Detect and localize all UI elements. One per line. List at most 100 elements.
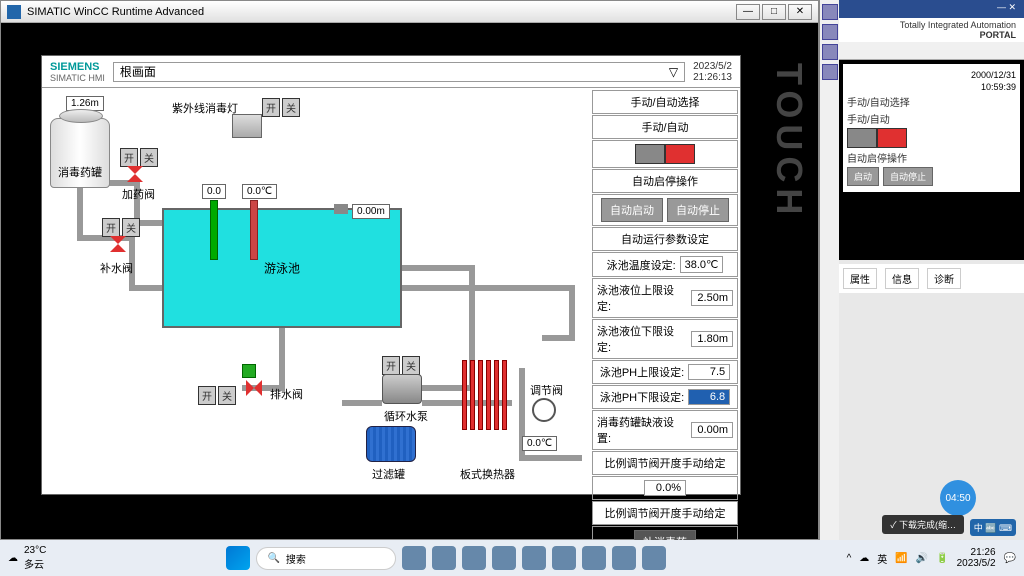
scada-area: 1.26m 消毒药罐 紫外线消毒灯 开 关 开 关 加药阀 开 关 补水阀 游泳…: [42, 88, 740, 494]
pool: 游泳池: [162, 208, 402, 328]
tab-info[interactable]: 信息: [885, 268, 919, 289]
drain-on-button[interactable]: 开: [198, 386, 216, 405]
hx-temp-value: 0.0℃: [522, 436, 557, 451]
tia-preview: 2000/12/31 10:59:39 手动/自动选择 手动/自动 自动启停操作…: [843, 64, 1020, 192]
level-hi-input[interactable]: 2.50m: [691, 290, 733, 306]
wincc-icon[interactable]: [582, 546, 606, 570]
taskview-icon[interactable]: [402, 546, 426, 570]
tia-auto-toggle[interactable]: [877, 128, 907, 148]
level-hi-label: 泳池液位上限设定:: [597, 282, 687, 314]
pump-on-button[interactable]: 开: [382, 356, 400, 375]
timer-badge[interactable]: 04:50: [940, 480, 976, 516]
hx-label: 板式换热器: [460, 466, 515, 482]
tia-header: — ✕: [839, 0, 1024, 18]
minimize-button[interactable]: —: [736, 4, 760, 20]
level-lo-input[interactable]: 1.80m: [691, 331, 733, 347]
maximize-button[interactable]: □: [762, 4, 786, 20]
valve-manual-label2: 比例调节阀开度手动给定: [592, 501, 738, 525]
dosing-on-button[interactable]: 开: [120, 148, 138, 167]
disinfectant-tank: 消毒药罐: [50, 118, 110, 188]
tia-toolbar[interactable]: [839, 42, 1024, 60]
app-icon-2[interactable]: [522, 546, 546, 570]
hmi-time: 21:26:13: [693, 72, 732, 83]
weather-temp: 23°C: [24, 545, 46, 556]
param-panel: 手动/自动选择 手动/自动 自动启停操作 自动启动 自动停止 自动运行参数设定 …: [592, 90, 738, 559]
tia-manual-toggle[interactable]: [847, 128, 877, 148]
tia-info-tabs: 属性 信息 诊断: [839, 264, 1024, 293]
auto-start-button[interactable]: 自动启动: [601, 198, 663, 222]
screen-selector[interactable]: 根画面 ▽: [113, 62, 685, 82]
tia-stop-button[interactable]: 自动停止: [883, 167, 933, 186]
tab-diagnostics[interactable]: 诊断: [927, 268, 961, 289]
auto-toggle[interactable]: [665, 144, 695, 164]
clock-time[interactable]: 21:26: [957, 547, 996, 558]
wifi-icon[interactable]: 📶: [895, 553, 907, 564]
filter-label: 过滤罐: [372, 466, 405, 482]
drain-off-button[interactable]: 关: [218, 386, 236, 405]
tray-chevron-icon[interactable]: ^: [847, 553, 852, 564]
pump-off-button[interactable]: 关: [402, 356, 420, 375]
tia-portal-label: PORTAL: [980, 30, 1016, 40]
water-on-button[interactable]: 开: [102, 218, 120, 237]
ops-header: 自动启停操作: [592, 169, 738, 193]
battery-icon[interactable]: 🔋: [936, 553, 948, 564]
search-icon: 🔍: [267, 553, 279, 564]
water-off-button[interactable]: 关: [122, 218, 140, 237]
params-header: 自动运行参数设定: [592, 227, 738, 251]
close-button[interactable]: ✕: [788, 4, 812, 20]
app-icon: [7, 5, 21, 19]
dosing-off-button[interactable]: 关: [140, 148, 158, 167]
side-tool-2[interactable]: [822, 24, 838, 40]
valve-manual-label: 比例调节阀开度手动给定: [592, 451, 738, 475]
valve-opening-input[interactable]: 0.0%: [644, 480, 686, 496]
tab-properties[interactable]: 属性: [843, 268, 877, 289]
auto-stop-button[interactable]: 自动停止: [667, 198, 729, 222]
uv-on-button[interactable]: 开: [262, 98, 280, 117]
tank-low-label: 消毒药罐缺液设置:: [597, 414, 687, 446]
window-title: SIMATIC WinCC Runtime Advanced: [27, 6, 204, 18]
notification-icon[interactable]: 💬: [1004, 553, 1016, 564]
plc-icon[interactable]: [612, 546, 636, 570]
weather-widget[interactable]: ☁ 23°C多云: [8, 545, 46, 571]
volume-icon[interactable]: 🔊: [916, 553, 928, 564]
clock-date[interactable]: 2023/5/2: [957, 558, 996, 569]
ph-hi-input[interactable]: 7.5: [688, 364, 730, 380]
level-lo-label: 泳池液位下限设定:: [597, 323, 687, 355]
ime-indicator[interactable]: 中 🔤 ⌨: [970, 519, 1016, 536]
onedrive-icon[interactable]: ☁: [859, 553, 869, 564]
tia-icon[interactable]: [552, 546, 576, 570]
tia-start-button[interactable]: 启动: [847, 167, 879, 186]
mode-label: 手动/自动: [641, 119, 688, 135]
edge-icon[interactable]: [462, 546, 486, 570]
tia-ops-label: 自动启停操作: [847, 150, 907, 165]
sensor2-value: 0.0℃: [242, 184, 277, 199]
ph-lo-input[interactable]: 6.8: [688, 389, 730, 405]
drain-valve-icon: [246, 380, 262, 396]
temp-set-input[interactable]: 38.0℃: [680, 256, 724, 273]
uv-lamp-icon: [232, 114, 262, 138]
uv-off-button[interactable]: 关: [282, 98, 300, 117]
search-placeholder: 搜索: [286, 551, 306, 566]
pump-icon: [382, 374, 422, 404]
start-button[interactable]: [226, 546, 250, 570]
titlebar[interactable]: SIMATIC WinCC Runtime Advanced — □ ✕: [1, 1, 818, 23]
side-tool-4[interactable]: [822, 64, 838, 80]
app-icon-1[interactable]: [492, 546, 516, 570]
download-notification[interactable]: ✓ 下载完成(缩…: [882, 515, 964, 534]
ime-button[interactable]: 英: [877, 551, 887, 566]
tank-low-input[interactable]: 0.00m: [691, 422, 733, 438]
manual-toggle[interactable]: [635, 144, 665, 164]
side-tool-3[interactable]: [822, 44, 838, 60]
side-tool-1[interactable]: [822, 4, 838, 20]
tank-label: 消毒药罐: [51, 164, 109, 180]
mode-select-header: 手动/自动选择: [592, 90, 738, 114]
brand-sub: SIMATIC HMI: [50, 73, 105, 83]
tia-title: Totally Integrated Automation: [900, 20, 1016, 30]
heat-exchanger-icon: [462, 360, 512, 430]
ph-hi-label: 泳池PH上限设定:: [600, 364, 684, 380]
search-box[interactable]: 🔍 搜索: [256, 547, 396, 570]
explorer-icon[interactable]: [432, 546, 456, 570]
brand-label: SIEMENS: [50, 61, 105, 73]
wincc-rt-icon[interactable]: [642, 546, 666, 570]
sensor1-value: 0.0: [202, 184, 226, 199]
